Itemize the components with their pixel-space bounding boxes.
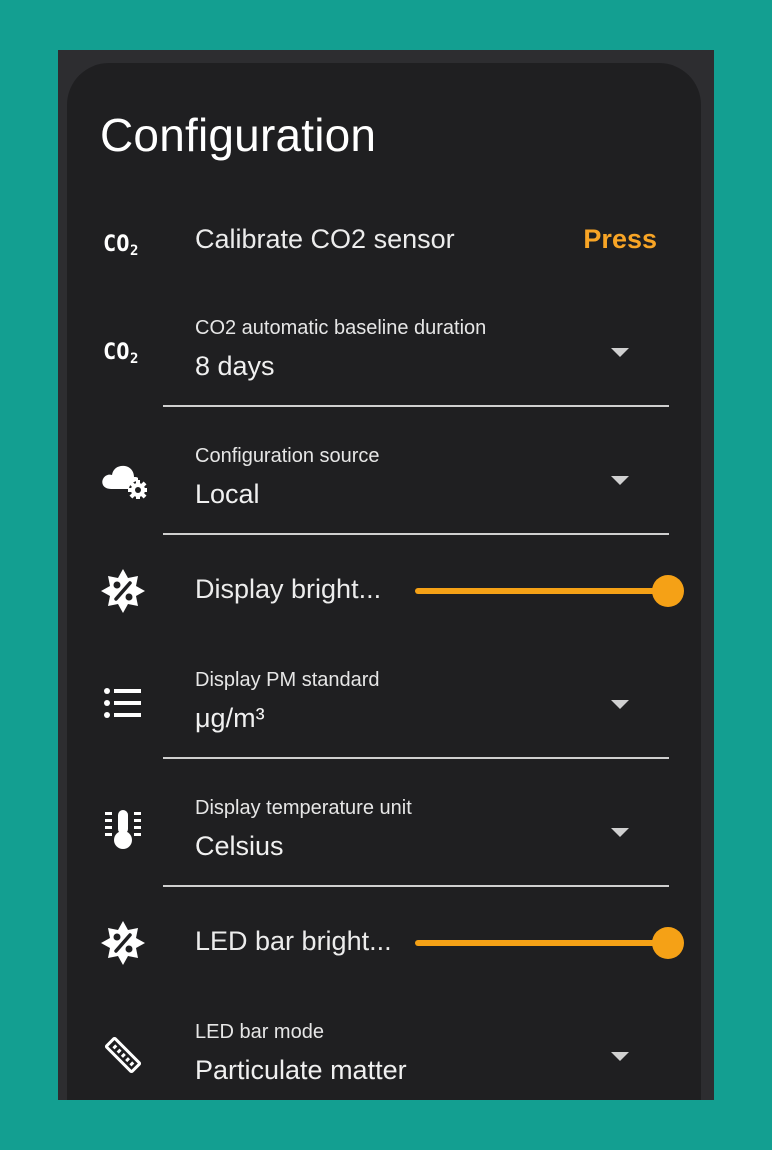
pm-standard-value: μg/m³ [195, 703, 265, 733]
baseline-duration-select[interactable]: CO 2 CO2 automatic baseline duration 8 d… [67, 313, 701, 408]
display-brightness-row: Display bright... [67, 565, 701, 625]
select-underline [163, 405, 669, 407]
configuration-source-select[interactable]: Configuration source Local [67, 441, 701, 536]
temperature-unit-value: Celsius [195, 831, 284, 861]
led-strip-icon [97, 1029, 149, 1081]
brightness-percent-icon [97, 917, 149, 969]
led-bar-mode-value: Particulate matter [195, 1055, 407, 1085]
brightness-percent-icon [97, 565, 149, 617]
press-button[interactable]: Press [583, 224, 657, 255]
led-brightness-slider[interactable] [415, 940, 669, 946]
cloud-cog-icon [97, 453, 149, 505]
svg-text:2: 2 [130, 351, 138, 365]
display-brightness-knob[interactable] [652, 575, 684, 607]
calibrate-label: Calibrate CO2 sensor [195, 224, 455, 254]
display-brightness-slider[interactable] [415, 588, 669, 594]
configuration-card: Configuration CO 2 Calibrate CO2 sensor … [67, 63, 701, 1100]
config-source-label: Configuration source [195, 445, 380, 467]
baseline-label: CO2 automatic baseline duration [195, 317, 487, 339]
dialog-frame: Configuration CO 2 Calibrate CO2 sensor … [58, 50, 714, 1100]
config-source-value: Local [195, 479, 260, 509]
temperature-unit-select[interactable]: Display temperature unit Celsius [67, 793, 701, 888]
svg-text:2: 2 [130, 243, 138, 257]
calibrate-co2-row: CO 2 Calibrate CO2 sensor Press [67, 213, 701, 293]
led-bar-mode-select[interactable]: LED bar mode Particulate matter [67, 1017, 701, 1100]
chevron-down-icon [611, 348, 629, 357]
co2-icon: CO 2 [97, 325, 149, 377]
pm-standard-select[interactable]: Display PM standard μg/m³ [67, 665, 701, 760]
format-list-bulleted-icon [97, 677, 149, 729]
display-brightness-label: Display bright... [195, 574, 382, 604]
card-title: Configuration [100, 109, 377, 161]
svg-text:CO: CO [103, 232, 130, 257]
led-brightness-knob[interactable] [652, 927, 684, 959]
thermometer-lines-icon [97, 803, 149, 855]
chevron-down-icon [611, 1052, 629, 1061]
baseline-value: 8 days [195, 351, 275, 381]
select-underline [163, 885, 669, 887]
chevron-down-icon [611, 828, 629, 837]
led-bar-mode-label: LED bar mode [195, 1021, 324, 1043]
led-brightness-row: LED bar bright... [67, 917, 701, 977]
chevron-down-icon [611, 476, 629, 485]
svg-text:CO: CO [103, 340, 130, 365]
select-underline [163, 757, 669, 759]
pm-standard-label: Display PM standard [195, 669, 380, 691]
select-underline [163, 533, 669, 535]
chevron-down-icon [611, 700, 629, 709]
co2-icon: CO 2 [97, 217, 149, 269]
led-brightness-label: LED bar bright... [195, 926, 392, 956]
temperature-unit-label: Display temperature unit [195, 797, 412, 819]
